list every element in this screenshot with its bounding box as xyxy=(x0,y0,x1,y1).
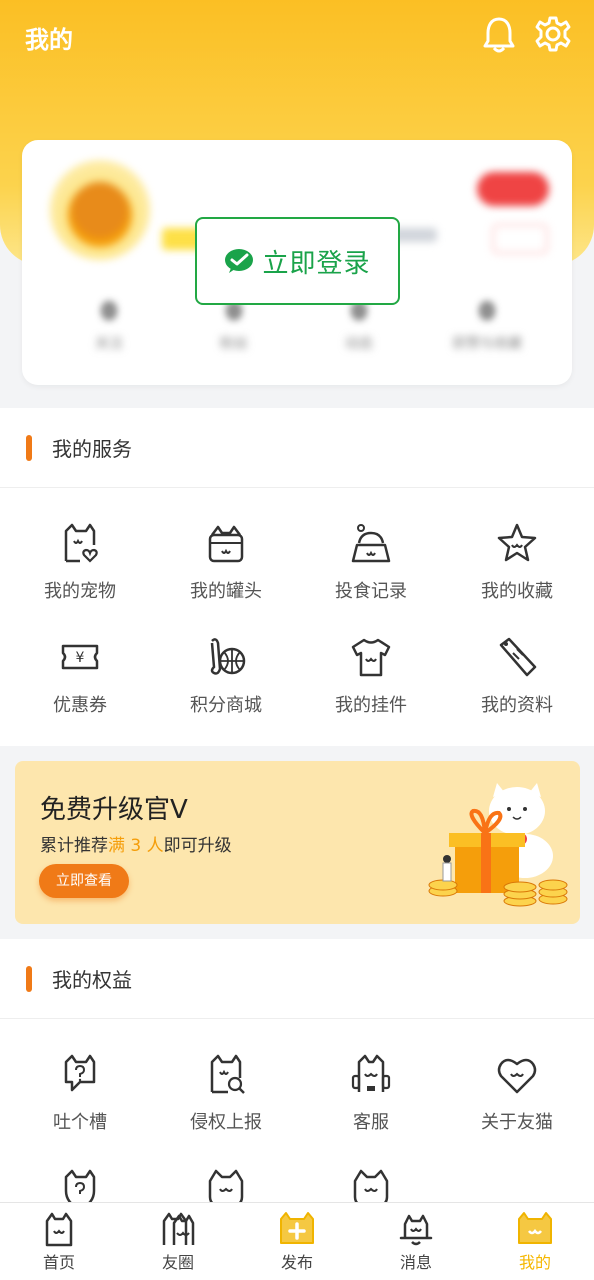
rights-feedback[interactable]: 吐个槽 xyxy=(6,1052,154,1134)
can-icon xyxy=(208,525,244,563)
rights-report-infringement[interactable]: 侵权上报 xyxy=(152,1052,300,1134)
profile-tag-icon xyxy=(499,637,537,677)
points-ball-icon xyxy=(210,638,246,675)
tab-friends[interactable]: 友圈 xyxy=(119,1211,237,1273)
message-bell-icon xyxy=(399,1214,433,1246)
service-my-cans[interactable]: 我的罐头 xyxy=(152,521,300,603)
home-cat-icon xyxy=(45,1212,73,1247)
service-my-pets[interactable]: 我的宠物 xyxy=(6,521,154,603)
services-section: 我的服务 我的宠物 我的罐头 投食记录 我的收藏 ¥ 优惠券 积分商城 我的挂件… xyxy=(0,408,594,746)
login-button[interactable]: 立即登录 xyxy=(195,217,400,305)
feedback-cat-icon xyxy=(64,1054,96,1092)
bottom-navigation: 首页 友圈 发布 消息 我的 xyxy=(0,1202,594,1280)
publish-icon xyxy=(280,1212,314,1244)
tshirt-icon xyxy=(351,638,391,677)
services-header: 我的服务 xyxy=(0,408,594,488)
rights-title: 我的权益 xyxy=(52,968,132,992)
tab-publish[interactable]: 发布 xyxy=(238,1211,356,1273)
star-icon xyxy=(497,523,537,562)
stat-likes: 0 获赞与收藏 xyxy=(452,300,522,352)
cat-heart-icon xyxy=(64,523,98,563)
rights-customer-service[interactable]: 客服 xyxy=(297,1052,445,1134)
services-title: 我的服务 xyxy=(52,437,132,461)
section-marker xyxy=(26,434,32,461)
service-my-favorites[interactable]: 我的收藏 xyxy=(443,521,591,603)
rights-section: 我的权益 吐个槽 侵权上报 客服 关于友猫 xyxy=(0,939,594,1211)
rights-about-youmao[interactable]: 关于友猫 xyxy=(443,1052,591,1134)
promo-title: 免费升级官V xyxy=(40,795,188,825)
service-cat-icon xyxy=(351,1054,391,1092)
login-label: 立即登录 xyxy=(262,248,371,279)
stat-following: 0 关注 xyxy=(95,300,123,352)
page-title: 我的 xyxy=(25,26,73,54)
service-feed-records[interactable]: 投食记录 xyxy=(297,521,445,603)
service-my-pendants[interactable]: 我的挂件 xyxy=(297,635,445,717)
wechat-icon xyxy=(225,249,254,273)
coupon-icon: ¥ xyxy=(61,644,99,670)
edit-profile-button xyxy=(477,172,549,206)
view-now-button[interactable]: 立即查看 xyxy=(39,864,129,898)
me-cat-icon xyxy=(518,1212,552,1244)
promo-subtitle: 累计推荐满 3 人即可升级 xyxy=(40,836,232,856)
tab-home[interactable]: 首页 xyxy=(0,1211,118,1273)
tab-me[interactable]: 我的 xyxy=(476,1211,594,1273)
service-coupons[interactable]: ¥ 优惠券 xyxy=(6,635,154,717)
gear-icon[interactable] xyxy=(535,16,571,52)
section-marker xyxy=(26,965,32,992)
lucky-cat-gift-illustration xyxy=(428,783,568,907)
service-points-mall[interactable]: 积分商城 xyxy=(152,635,300,717)
feed-bowl-icon xyxy=(351,524,391,563)
tab-messages[interactable]: 消息 xyxy=(357,1211,475,1273)
checkin-button xyxy=(492,224,548,254)
avatar xyxy=(50,160,150,260)
heart-cat-icon xyxy=(497,1058,537,1094)
profile-page: 我的 0 关注 0 粉丝 0 动态 0 获赞与收藏 立即登录 我的服务 我的宠物… xyxy=(0,0,594,1280)
bell-icon[interactable] xyxy=(482,16,516,54)
stats-row: 0 关注 0 粉丝 0 动态 0 获赞与收藏 xyxy=(22,300,572,360)
svg-text:¥: ¥ xyxy=(76,650,85,666)
report-cat-icon xyxy=(210,1054,245,1094)
promo-banner[interactable]: 免费升级官V 累计推荐满 3 人即可升级 立即查看 xyxy=(15,761,580,924)
friends-cat-icon xyxy=(162,1212,195,1245)
service-my-profile[interactable]: 我的资料 xyxy=(443,635,591,717)
stat-followers: 0 粉丝 xyxy=(220,300,248,352)
rights-header: 我的权益 xyxy=(0,939,594,1019)
stat-posts: 0 动态 xyxy=(345,300,373,352)
